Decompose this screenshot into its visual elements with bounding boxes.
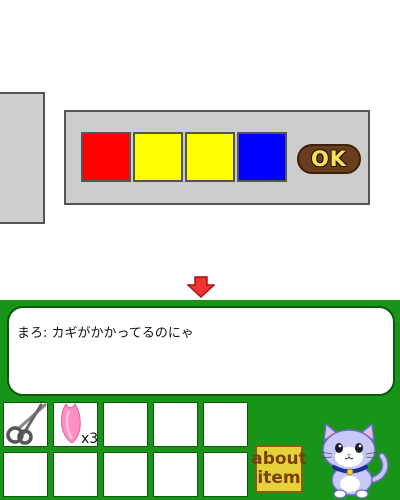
cat-character-icon[interactable] bbox=[312, 420, 390, 500]
inventory-slot-6[interactable] bbox=[3, 452, 48, 497]
scissors-icon bbox=[6, 403, 47, 445]
color-lock-panel: OK bbox=[64, 110, 370, 205]
inventory-slot-2[interactable]: x3 bbox=[53, 402, 98, 447]
inventory-slot-9[interactable] bbox=[153, 452, 198, 497]
color-slot-2[interactable] bbox=[133, 132, 183, 182]
inventory-slot-7[interactable] bbox=[53, 452, 98, 497]
message-box: まろ: カギがかかってるのにゃ bbox=[7, 306, 395, 396]
ok-button[interactable]: OK bbox=[297, 144, 361, 174]
message-text: まろ: カギがかかってるのにゃ bbox=[17, 326, 194, 341]
about-item-label-1: about bbox=[251, 449, 307, 469]
inventory-slot-1[interactable] bbox=[3, 402, 48, 447]
color-slot-4[interactable] bbox=[237, 132, 287, 182]
inventory-slot-5[interactable] bbox=[203, 402, 248, 447]
about-item-label-2: item bbox=[257, 468, 301, 488]
door-edge[interactable] bbox=[0, 92, 45, 224]
game-scene: OK bbox=[0, 0, 400, 300]
inventory-slot-4[interactable] bbox=[153, 402, 198, 447]
inventory-slot-8[interactable] bbox=[103, 452, 148, 497]
inventory-slot-3[interactable] bbox=[103, 402, 148, 447]
color-slot-1[interactable] bbox=[81, 132, 131, 182]
about-item-button[interactable]: about item bbox=[251, 445, 307, 493]
bottom-panel: まろ: カギがかかってるのにゃ x3 about item bbox=[0, 300, 400, 500]
down-arrow-icon[interactable] bbox=[187, 276, 215, 298]
item-count: x3 bbox=[81, 431, 99, 447]
inventory-slot-10[interactable] bbox=[203, 452, 248, 497]
color-slot-3[interactable] bbox=[185, 132, 235, 182]
